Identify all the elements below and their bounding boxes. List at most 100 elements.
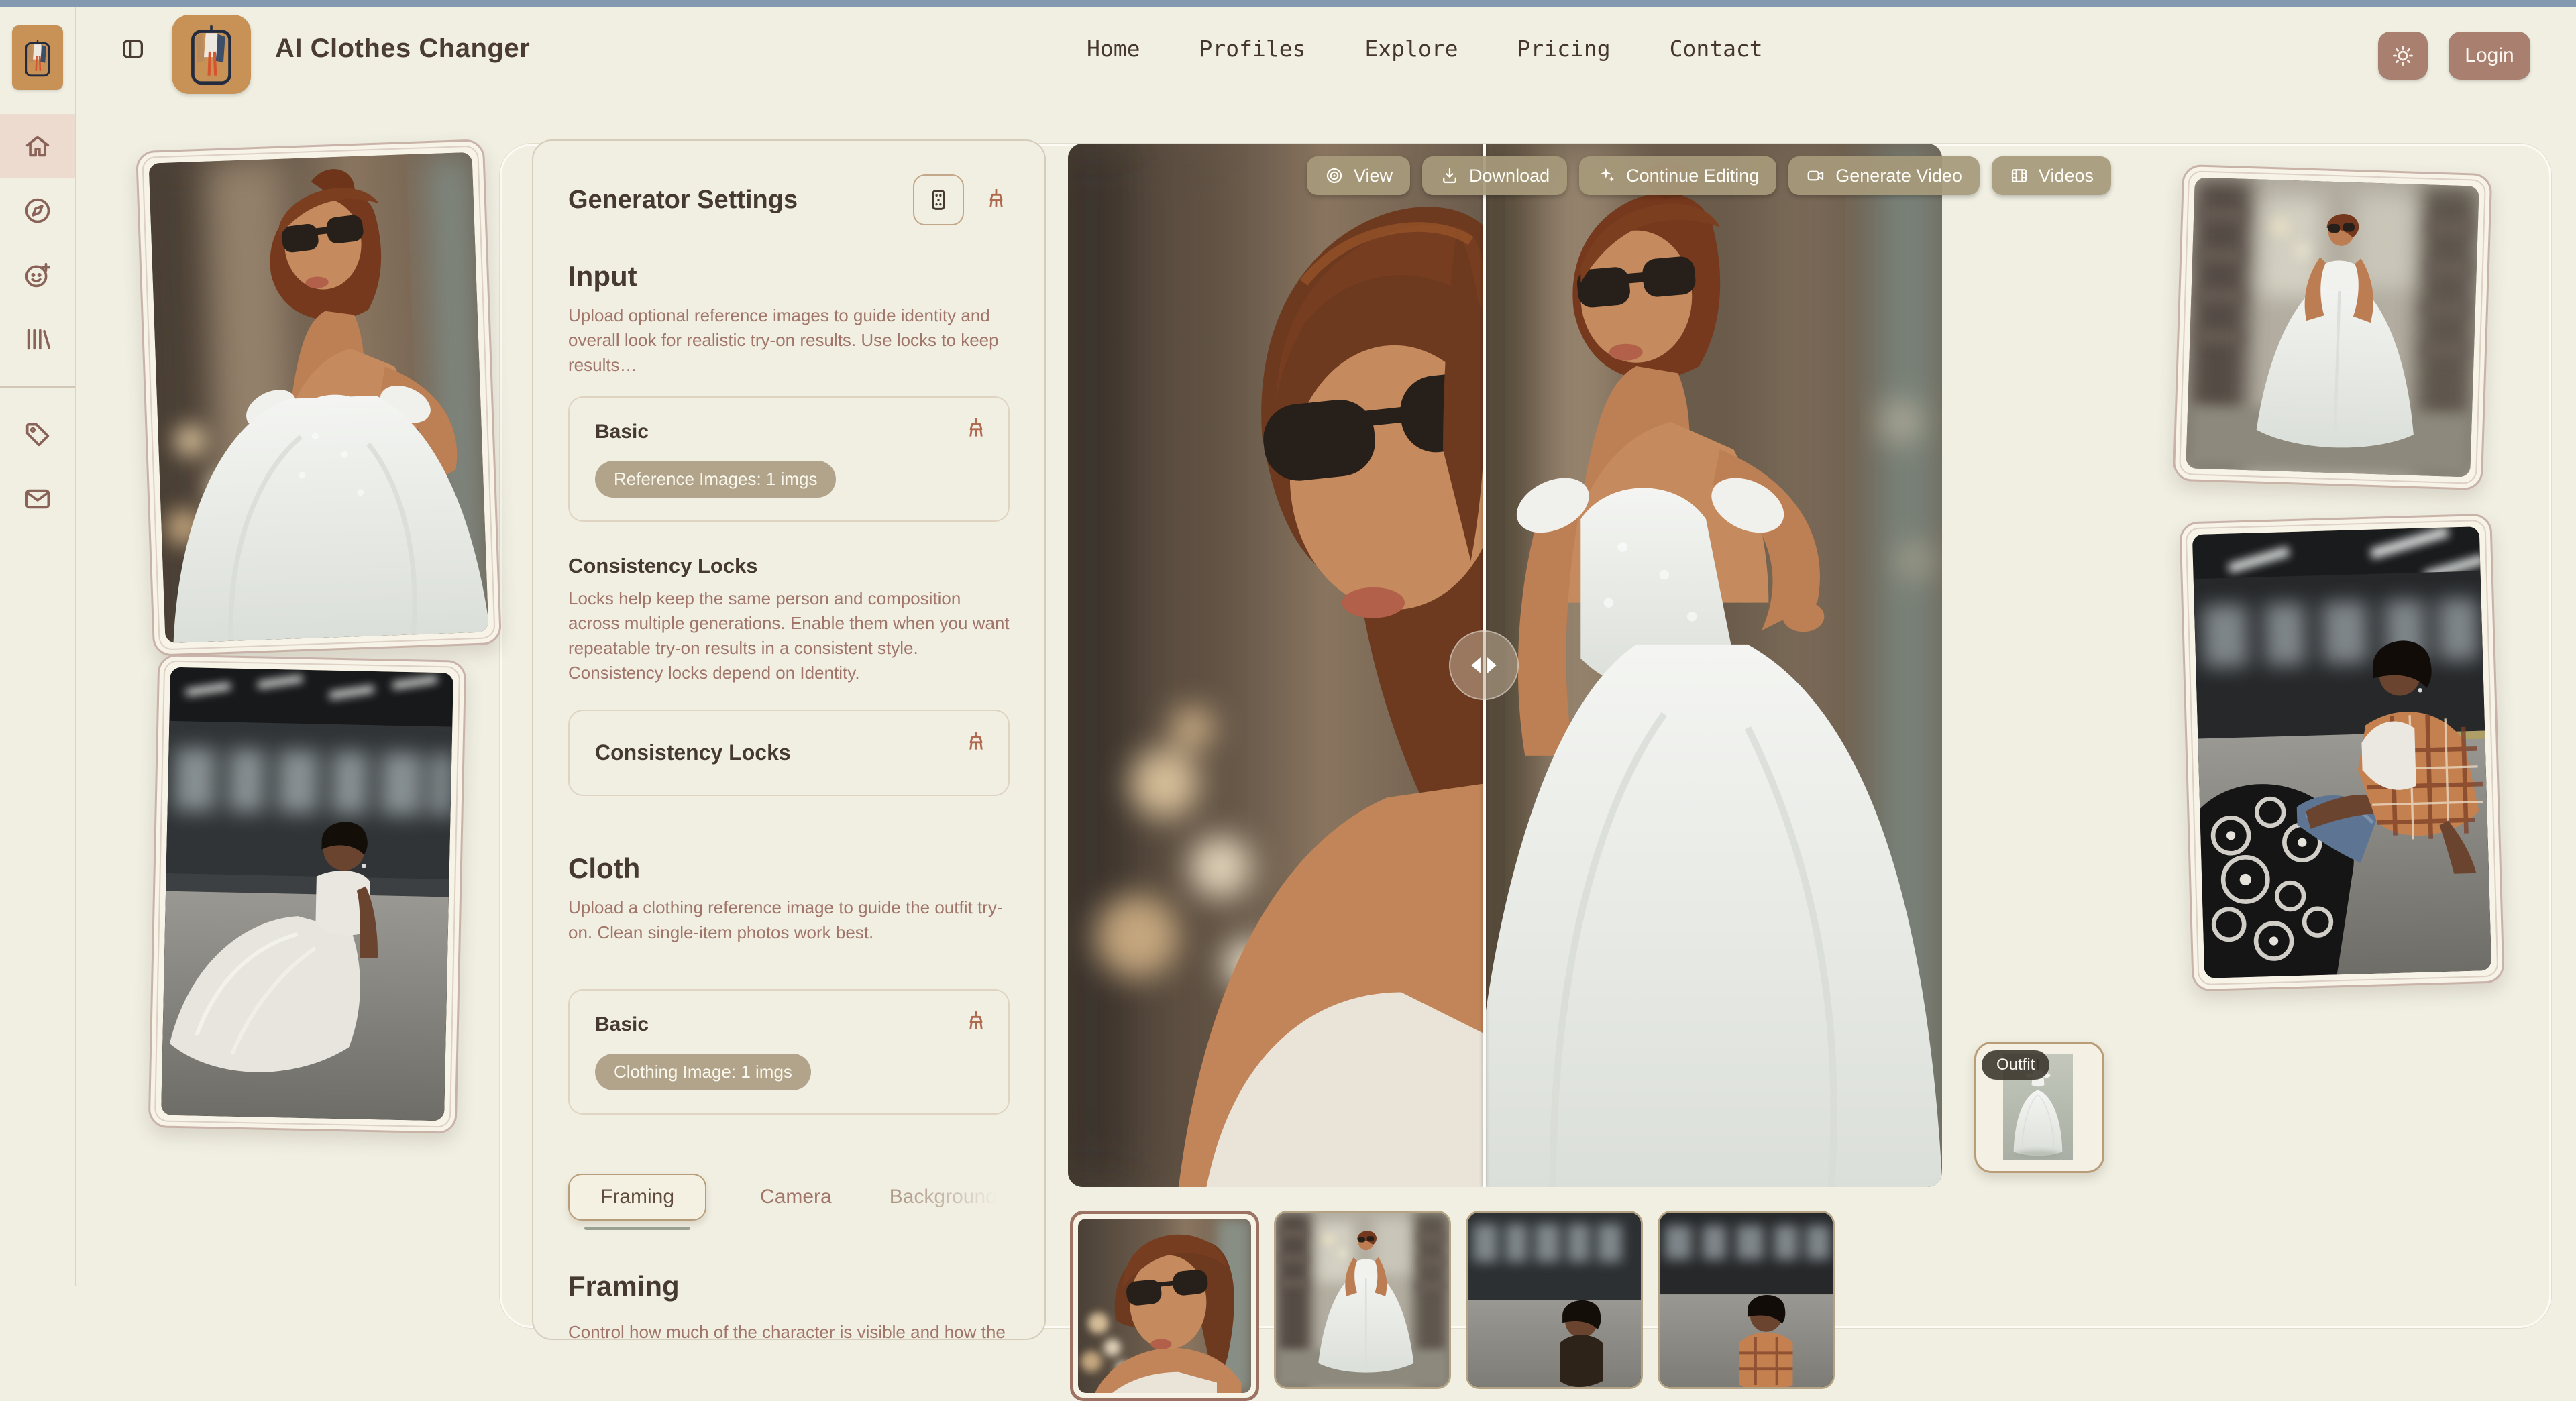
nav-contact[interactable]: Contact [1670,36,1763,62]
card-title: Consistency Locks [595,740,983,765]
gown-library-photo-art [2186,177,2479,477]
generator-settings-panel: Generator Settings Input Upload opt [532,139,1046,1340]
app-logo[interactable] [172,15,251,94]
thumbnail-selected[interactable] [1070,1211,1259,1401]
sidebar-item-explore[interactable] [0,178,75,243]
sidebar-logo[interactable] [12,25,63,90]
subway-dress-photo-art [161,667,453,1121]
clean-icon [983,186,1010,213]
reference-images-badge[interactable]: Reference Images: 1 imgs [595,461,836,498]
sidebar-item-library[interactable] [0,307,75,372]
videos-button[interactable]: Videos [1992,156,2111,195]
nav-home[interactable]: Home [1087,36,1140,62]
clean-icon [963,415,989,442]
dice-icon [925,186,952,213]
history-photo-subway-dress[interactable] [148,654,467,1133]
cloth-description: Upload a clothing reference image to gui… [568,895,1010,945]
clothes-rack-icon [183,20,239,89]
clean-section-button[interactable] [963,1008,989,1037]
clothing-image-badge[interactable]: Clothing Image: 1 imgs [595,1054,811,1090]
card-title: Basic [595,421,983,443]
button-label: Download [1469,166,1550,186]
outfit-reference-card[interactable]: Outfit [1974,1042,2104,1173]
tab-framing[interactable]: Framing [568,1174,706,1221]
sidebar-item-home[interactable] [0,114,75,178]
sidebar [0,7,76,1286]
clean-icon [963,728,989,755]
cloth-heading: Cloth [568,852,1010,885]
page-title: AI Clothes Changer [275,34,530,64]
continue-editing-button[interactable]: Continue Editing [1579,156,1776,195]
button-label: Generate Video [1835,166,1962,186]
button-label: View [1354,166,1393,186]
sidebar-divider [0,386,75,388]
header: AI Clothes Changer Home Profiles Explore… [76,7,2576,91]
photo-subway-plaid [2192,526,2491,978]
download-button[interactable]: Download [1422,156,1567,195]
nav-profiles[interactable]: Profiles [1199,36,1305,62]
before-photo-art [1068,144,1484,1187]
randomize-button[interactable] [913,174,964,225]
locks-note: Consistency locks depend on Identity. [568,661,1010,685]
nav-explore[interactable]: Explore [1364,36,1458,62]
view-button[interactable]: View [1307,156,1410,195]
photo-woman-gown-medium [149,152,489,643]
download-icon [1440,166,1460,186]
result-photo-gown-full[interactable] [2173,164,2493,490]
video-camera-icon [1806,166,1826,186]
comparison-slider-handle[interactable] [1449,630,1519,700]
photo-subway-white-dress [161,667,453,1121]
result-thumbnails [1070,1211,1835,1401]
sun-icon [2391,44,2415,68]
after-image [1484,144,1942,1187]
locks-heading: Consistency Locks [568,554,1010,578]
thumbnail[interactable] [1658,1211,1835,1389]
tab-camera[interactable]: Camera [756,1185,836,1209]
card-title: Basic [595,1013,983,1036]
clean-section-button[interactable] [963,728,989,757]
input-description: Upload optional reference images to guid… [568,303,1010,378]
thumb-subway-art [1468,1213,1641,1387]
thumbnail[interactable] [1466,1211,1643,1389]
comparison-viewer[interactable] [1068,144,1942,1187]
clean-section-button[interactable] [963,415,989,444]
input-basic-card: Basic Reference Images: 1 imgs [568,396,1010,522]
thumb-store-gown-art [1276,1213,1449,1387]
result-photo-subway-plaid[interactable] [2179,514,2504,992]
outfit-badge: Outfit [1982,1050,2049,1080]
panel-toggle-icon [119,36,146,62]
film-icon [2009,166,2029,186]
framing-description: Control how much of the character is vis… [568,1320,1010,1345]
home-icon [22,131,53,162]
before-image [1068,144,1484,1187]
photo-gown-library [2186,177,2479,477]
button-label: Continue Editing [1626,166,1759,186]
input-heading: Input [568,260,1010,292]
theme-toggle-button[interactable] [2378,32,2428,80]
library-icon [22,324,53,355]
login-button[interactable]: Login [2449,32,2530,80]
sidebar-item-pricing[interactable] [0,402,75,467]
thumb-subway-art-2 [1660,1213,1833,1387]
clean-all-button[interactable] [983,186,1010,215]
slider-arrows-icon [1465,654,1503,677]
sidebar-item-add-profile[interactable] [0,243,75,307]
panel-title: Generator Settings [568,186,798,215]
mail-icon [22,484,53,514]
framing-heading: Framing [568,1270,1010,1302]
nav-pricing[interactable]: Pricing [1517,36,1611,62]
thumb-closeup-art [1078,1219,1251,1393]
tab-background[interactable]: Background [885,1185,1001,1209]
sidebar-item-contact[interactable] [0,467,75,531]
sidebar-toggle-button[interactable] [115,32,150,67]
eye-icon [1324,166,1344,186]
clean-icon [963,1008,989,1035]
button-label: Videos [2039,166,2094,186]
viewer-toolbar: View Download Continue Editing Generate … [1307,156,2111,195]
main-nav: Home Profiles Explore Pricing Contact [1087,7,1763,91]
thumbnail[interactable] [1274,1211,1451,1389]
history-photo-gown-medium[interactable] [136,139,502,657]
locks-description: Locks help keep the same person and comp… [568,586,1010,661]
clothes-rack-icon [20,36,55,79]
generate-video-button[interactable]: Generate Video [1788,156,1980,195]
